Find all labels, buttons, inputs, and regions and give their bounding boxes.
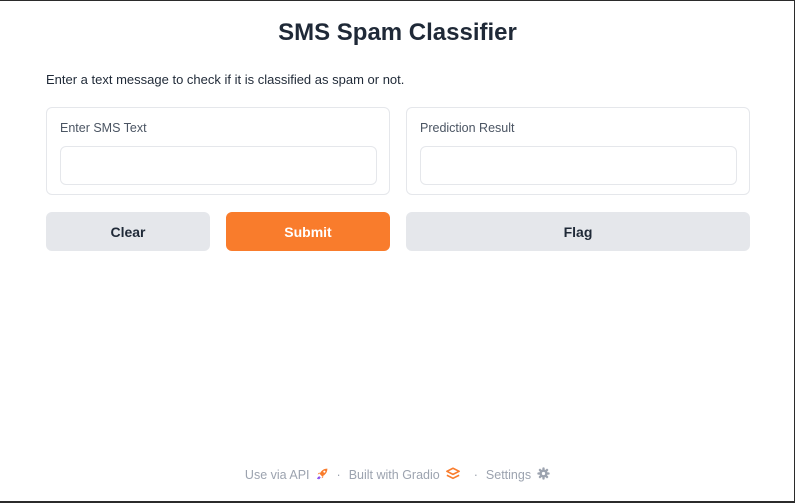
settings-link[interactable]: Settings	[486, 467, 550, 483]
built-with-gradio-link[interactable]: Built with Gradio	[349, 467, 460, 483]
rocket-icon	[316, 467, 329, 483]
footer-separator: ·	[473, 468, 478, 482]
page-title: SMS Spam Classifier	[278, 19, 517, 46]
flag-button[interactable]: Flag	[406, 212, 750, 251]
app-window: SMS Spam Classifier Enter a text message…	[0, 0, 795, 503]
gradio-logo-icon	[445, 467, 460, 483]
footer-separator: ·	[336, 468, 341, 482]
sms-input-label: Enter SMS Text	[60, 121, 147, 135]
prediction-result-label: Prediction Result	[420, 121, 515, 135]
page-description: Enter a text message to check if it is c…	[46, 72, 405, 87]
prediction-result-field[interactable]	[420, 146, 737, 185]
settings-label: Settings	[485, 468, 532, 482]
prediction-output-panel: Prediction Result	[406, 107, 750, 195]
built-with-gradio-label: Built with Gradio	[348, 468, 440, 482]
use-via-api-link[interactable]: Use via API	[245, 467, 329, 483]
gear-icon	[537, 467, 550, 483]
sms-text-input[interactable]	[60, 146, 377, 185]
footer: Use via API · Built with Gradio · Settin…	[0, 467, 795, 483]
sms-input-panel: Enter SMS Text	[46, 107, 390, 195]
clear-button[interactable]: Clear	[46, 212, 210, 251]
use-via-api-label: Use via API	[244, 468, 310, 482]
submit-button[interactable]: Submit	[226, 212, 390, 251]
